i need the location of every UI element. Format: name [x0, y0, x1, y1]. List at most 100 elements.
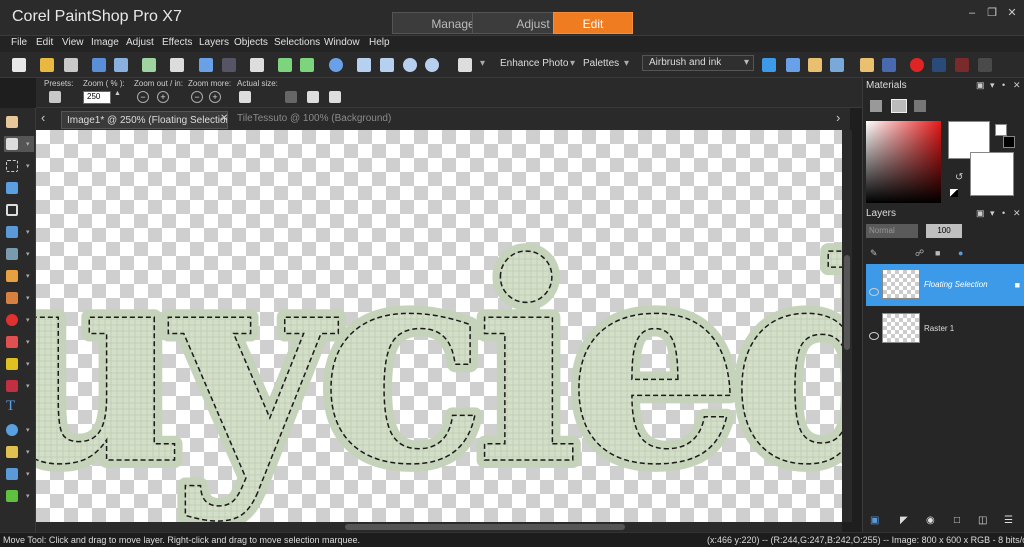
- save-icon[interactable]: [90, 56, 108, 74]
- panel-dropdown-icon[interactable]: ▾: [990, 208, 995, 219]
- rotate-left-icon[interactable]: [276, 56, 294, 74]
- reset-colors-icon[interactable]: [950, 189, 958, 197]
- zoom-stepper-icon[interactable]: ▲: [114, 90, 121, 97]
- visibility-eye-icon[interactable]: [869, 288, 879, 296]
- menu-edit[interactable]: Edit: [36, 37, 53, 48]
- dropdown-arrow-icon[interactable]: ▾: [480, 58, 485, 69]
- color-picker-gradient[interactable]: [866, 121, 941, 203]
- panel-options-icon[interactable]: ▣: [976, 208, 985, 219]
- record-icon[interactable]: [908, 56, 926, 74]
- restore-icon[interactable]: ❐: [984, 6, 1000, 20]
- swap-colors-icon[interactable]: ↺: [955, 172, 963, 183]
- menu-effects[interactable]: Effects: [162, 37, 192, 48]
- zoom-out-icon[interactable]: [401, 56, 419, 74]
- lock-layer-icon[interactable]: ■: [935, 248, 940, 258]
- image-canvas[interactable]: uycied uycied: [36, 130, 842, 522]
- link-layers-icon[interactable]: ☍: [915, 248, 924, 259]
- tab-tiletessuto[interactable]: TileTessuto @ 100% (Background): [237, 113, 391, 124]
- panel-close-icon[interactable]: ✕: [1013, 80, 1021, 91]
- dropper-tool-icon[interactable]: [4, 180, 20, 196]
- layer-menu-icon[interactable]: ☰: [1004, 515, 1013, 526]
- info-icon[interactable]: [327, 56, 345, 74]
- pan-tool-icon[interactable]: [4, 114, 20, 130]
- actual-size-icon[interactable]: [238, 90, 252, 104]
- menu-help[interactable]: Help: [369, 37, 390, 48]
- clone-tool-icon[interactable]: ▾: [4, 290, 30, 306]
- warp-tool-icon[interactable]: ▾: [4, 466, 30, 482]
- fit-image-icon[interactable]: [378, 56, 396, 74]
- makeover-tool-icon[interactable]: ▾: [4, 268, 30, 284]
- palettes-button[interactable]: Palettes: [583, 58, 619, 69]
- share-icon[interactable]: [140, 56, 158, 74]
- lighten-darken-tool-icon[interactable]: ▾: [4, 334, 30, 350]
- frame-palette-icon[interactable]: [870, 100, 882, 112]
- play-icon[interactable]: [760, 56, 778, 74]
- tab-close-icon[interactable]: ✕: [220, 113, 228, 124]
- open-icon[interactable]: [38, 56, 56, 74]
- red-eye-tool-icon[interactable]: ▾: [4, 246, 30, 262]
- menu-layers[interactable]: Layers: [199, 37, 229, 48]
- copy-icon[interactable]: [456, 56, 474, 74]
- close-icon[interactable]: ✕: [1004, 6, 1020, 20]
- rotate-right-icon[interactable]: [298, 56, 316, 74]
- picture-tube-tool-icon[interactable]: ▾: [4, 488, 30, 504]
- zoom-percent-input[interactable]: 250: [83, 91, 111, 104]
- minimize-icon[interactable]: –: [964, 6, 980, 20]
- text-tool-icon[interactable]: T: [4, 398, 20, 416]
- redo-icon[interactable]: [220, 56, 238, 74]
- shape-tool-icon[interactable]: ▾: [4, 422, 30, 438]
- panel-pin-icon[interactable]: •: [1002, 80, 1005, 90]
- dropdown-arrow-icon[interactable]: ▾: [570, 58, 575, 69]
- align-layer-icon[interactable]: [306, 90, 320, 104]
- script-output-icon[interactable]: [828, 56, 846, 74]
- save-script-icon[interactable]: [976, 56, 994, 74]
- eraser-tool-icon[interactable]: ▾: [4, 356, 30, 372]
- print-icon[interactable]: [168, 56, 186, 74]
- panel-pin-icon[interactable]: •: [1002, 208, 1005, 218]
- menu-image[interactable]: Image: [91, 37, 119, 48]
- rainbow-palette-icon[interactable]: [891, 99, 907, 113]
- resize-icon[interactable]: [248, 56, 266, 74]
- align-center-icon[interactable]: [284, 90, 298, 104]
- visibility-eye-icon[interactable]: [869, 332, 879, 340]
- pen-tool-icon[interactable]: ▾: [4, 444, 30, 460]
- bg-mini-swatch[interactable]: [1003, 136, 1015, 148]
- tabs-scroll-right-icon[interactable]: ›: [836, 110, 840, 125]
- layer-opacity-field[interactable]: 100: [926, 224, 962, 238]
- save-as-icon[interactable]: [112, 56, 130, 74]
- layer-properties-icon[interactable]: ✎: [870, 248, 878, 259]
- panel-options-icon[interactable]: ▣: [976, 80, 985, 91]
- new-layer-icon[interactable]: ▣: [870, 515, 879, 526]
- menu-window[interactable]: Window: [324, 37, 360, 48]
- fg-mini-swatch[interactable]: [995, 124, 1007, 136]
- dropdown-arrow-icon[interactable]: ▾: [624, 58, 629, 69]
- straighten-tool-icon[interactable]: ▾: [4, 224, 30, 240]
- folder-icon[interactable]: [858, 56, 876, 74]
- tab-image1[interactable]: Image1* @ 250% (Floating Selection): [61, 111, 228, 129]
- tab-edit[interactable]: Edit: [553, 12, 633, 34]
- crop-tool-icon[interactable]: [4, 202, 20, 218]
- zoom-out-button[interactable]: −: [137, 91, 149, 103]
- script-icon[interactable]: [784, 56, 802, 74]
- layer-row-floating-selection[interactable]: Floating Selection ■: [866, 264, 1024, 306]
- selection-tool-icon[interactable]: ▾: [4, 158, 30, 174]
- flood-fill-tool-icon[interactable]: ▾: [4, 378, 30, 394]
- menu-selections[interactable]: Selections: [274, 37, 320, 48]
- menu-file[interactable]: File: [11, 37, 27, 48]
- zoom-in-icon[interactable]: [423, 56, 441, 74]
- layer-row-raster-1[interactable]: Raster 1: [866, 308, 1024, 350]
- cancel-icon[interactable]: [953, 56, 971, 74]
- undo-icon[interactable]: [197, 56, 215, 74]
- menu-objects[interactable]: Objects: [234, 37, 268, 48]
- mask-icon[interactable]: ◤: [900, 515, 908, 526]
- vertical-scroll-thumb[interactable]: [844, 255, 850, 350]
- zoom-in-button[interactable]: +: [157, 91, 169, 103]
- browse-icon[interactable]: [62, 56, 80, 74]
- adjustment-layer-icon[interactable]: ◉: [926, 515, 935, 526]
- move-presets-icon[interactable]: [47, 89, 63, 105]
- background-color-swatch[interactable]: [970, 152, 1014, 196]
- edit-script-icon[interactable]: [806, 56, 824, 74]
- align-canvas-icon[interactable]: [328, 90, 342, 104]
- new-icon[interactable]: [10, 56, 28, 74]
- brush-preset-select[interactable]: Airbrush and ink ▾: [642, 55, 754, 71]
